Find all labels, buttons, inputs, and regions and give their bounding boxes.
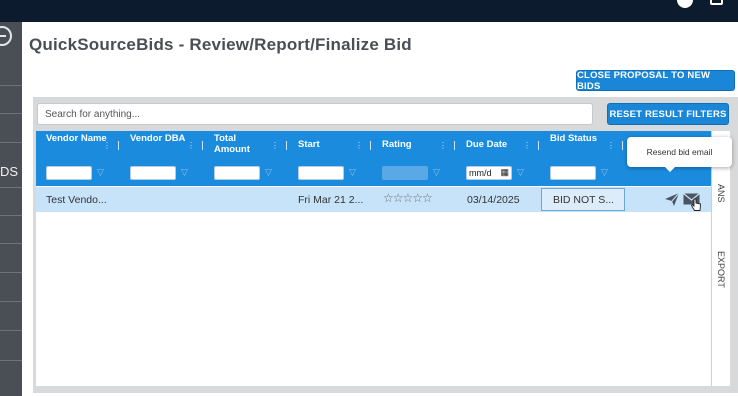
results-grid: Vendor Name ⋮ Vendor DBA ⋮ Total Amount … xyxy=(36,131,730,386)
due-date-placeholder: mm/d xyxy=(469,168,492,178)
top-bar xyxy=(0,0,738,22)
search-input[interactable]: Search for anything... xyxy=(37,103,593,125)
cell-vendor-name: Test Vendo... xyxy=(46,194,107,206)
column-separator[interactable] xyxy=(370,141,371,150)
sidebar-divider xyxy=(0,301,22,302)
columns-tab[interactable]: ANS xyxy=(716,184,726,203)
collapse-circle-icon[interactable] xyxy=(0,26,12,46)
filter-funnel-icon[interactable]: ▽ xyxy=(433,167,440,178)
user-avatar-icon[interactable] xyxy=(677,0,693,8)
tooltip: Resend bid email xyxy=(627,137,732,172)
sidebar-divider xyxy=(0,272,22,273)
sidebar-divider xyxy=(0,330,22,331)
sidebar-divider xyxy=(0,85,22,86)
cell-due-date: 03/14/2025 xyxy=(467,194,520,206)
page-title: QuickSourceBids - Review/Report/Finalize… xyxy=(29,35,412,54)
column-menu-icon[interactable]: ⋮ xyxy=(355,141,363,150)
sidebar-divider xyxy=(0,187,22,188)
filter-rating-input[interactable] xyxy=(382,166,428,180)
column-menu-icon[interactable]: ⋮ xyxy=(523,141,531,150)
sidebar-divider xyxy=(0,243,22,244)
filter-total-amount-input[interactable] xyxy=(214,166,260,180)
column-menu-icon[interactable]: ⋮ xyxy=(607,141,615,150)
filter-funnel-icon[interactable]: ▽ xyxy=(97,167,104,178)
sidebar-divider xyxy=(0,142,22,143)
paper-plane-icon[interactable] xyxy=(664,192,680,207)
main-content: QuickSourceBids - Review/Report/Finalize… xyxy=(22,22,738,396)
status-badge: BID NOT S... xyxy=(541,188,625,211)
sidebar: DS xyxy=(0,22,22,396)
filter-funnel-icon[interactable]: ▽ xyxy=(265,167,272,178)
column-header-total-amount[interactable]: Total Amount xyxy=(214,131,274,159)
close-proposal-button[interactable]: CLOSE PROPOSAL TO NEW BIDS xyxy=(576,70,735,92)
column-separator[interactable] xyxy=(538,141,539,150)
cell-start: Fri Mar 21 2... xyxy=(298,194,364,206)
column-separator[interactable] xyxy=(454,141,455,150)
filter-vendor-name-input[interactable] xyxy=(46,166,92,180)
table-row[interactable]: Test Vendo... Fri Mar 21 2... ☆☆☆☆☆ 03/1… xyxy=(36,187,711,212)
filter-funnel-icon[interactable]: ▽ xyxy=(181,167,188,178)
rating-stars[interactable]: ☆☆☆☆☆ xyxy=(383,191,433,205)
column-header-start[interactable]: Start xyxy=(298,131,358,159)
column-header-rating[interactable]: Rating xyxy=(382,131,442,159)
filter-start-input[interactable] xyxy=(298,166,344,180)
window-icon[interactable] xyxy=(710,0,723,5)
column-separator[interactable] xyxy=(286,141,287,150)
column-menu-icon[interactable]: ⋮ xyxy=(187,141,195,150)
sidebar-item-label[interactable]: DS xyxy=(0,164,18,179)
filter-funnel-icon[interactable]: ▽ xyxy=(349,167,356,178)
column-menu-icon[interactable]: ⋮ xyxy=(439,141,447,150)
column-header-bid-status[interactable]: Bid Status xyxy=(550,131,600,159)
export-tab[interactable]: EXPORT xyxy=(716,251,726,288)
reset-filters-button[interactable]: RESET RESULT FILTERS xyxy=(607,103,729,125)
filter-vendor-dba-input[interactable] xyxy=(130,166,176,180)
column-separator[interactable] xyxy=(622,141,623,150)
filter-due-date-input[interactable]: mm/d ▦ xyxy=(466,166,512,180)
filter-funnel-icon[interactable]: ▽ xyxy=(601,167,608,178)
column-separator[interactable] xyxy=(202,141,203,150)
grid-header: Vendor Name ⋮ Vendor DBA ⋮ Total Amount … xyxy=(36,131,711,186)
filter-funnel-icon[interactable]: ▽ xyxy=(517,167,524,178)
calendar-icon[interactable]: ▦ xyxy=(500,167,509,178)
column-menu-icon[interactable]: ⋮ xyxy=(103,141,111,150)
sidebar-divider xyxy=(0,360,22,361)
filter-bid-status-input[interactable] xyxy=(550,166,596,180)
column-menu-icon[interactable]: ⋮ xyxy=(271,141,279,150)
sidebar-divider xyxy=(0,113,22,114)
side-tool-strip: ▤ ANS EXPORT xyxy=(711,131,730,386)
column-separator[interactable] xyxy=(118,141,119,150)
column-header-vendor-dba[interactable]: Vendor DBA xyxy=(130,131,190,159)
sidebar-divider xyxy=(0,215,22,216)
hand-pointer-icon xyxy=(690,198,701,211)
